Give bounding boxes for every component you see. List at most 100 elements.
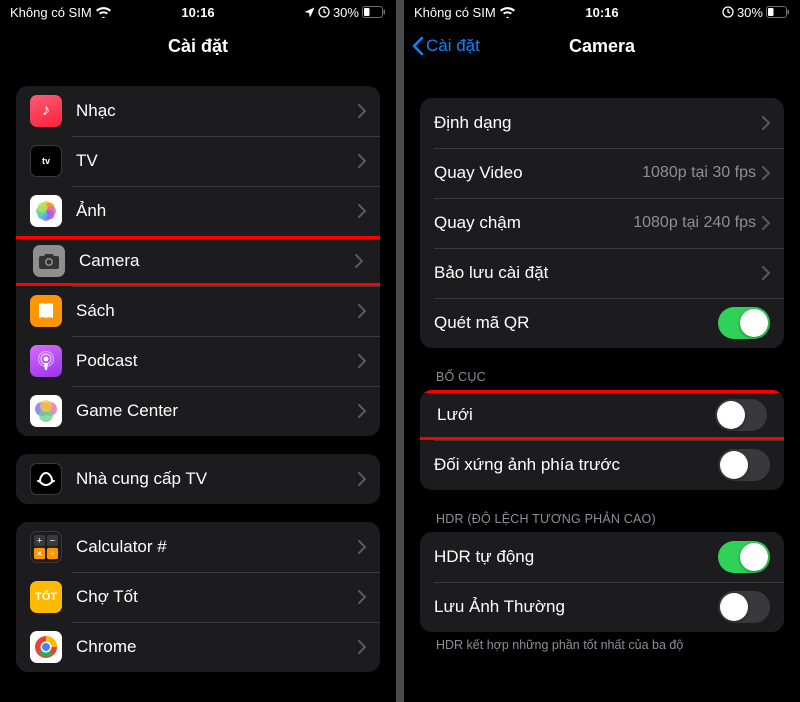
status-bar: Không có SIM 10:16 30%: [0, 0, 396, 24]
photos-icon: [30, 195, 62, 227]
music-icon: ♪: [30, 95, 62, 127]
gamecenter-icon: [30, 395, 62, 427]
carrier-text: Không có SIM: [414, 5, 496, 20]
chevron-right-icon: [762, 116, 770, 130]
chevron-right-icon: [358, 472, 366, 486]
chotot-icon: TỐT: [30, 581, 62, 613]
back-label: Cài đặt: [426, 36, 480, 56]
settings-group-tvprovider: Nhà cung cấp TV: [16, 454, 380, 504]
chevron-right-icon: [358, 354, 366, 368]
podcast-icon: [30, 345, 62, 377]
chevron-right-icon: [358, 404, 366, 418]
row-label: Bảo lưu cài đặt: [434, 263, 762, 283]
row-label: Quét mã QR: [434, 313, 718, 333]
row-value: 1080p tại 240 fps: [633, 214, 756, 232]
svg-text:÷: ÷: [50, 548, 55, 558]
group-footer-hdr: HDR kết hợp những phần tốt nhất của ba đ…: [420, 632, 784, 652]
back-button[interactable]: Cài đặt: [412, 36, 480, 56]
row-photos[interactable]: Ảnh: [16, 186, 380, 236]
chevron-right-icon: [762, 216, 770, 230]
row-grid[interactable]: Lưới: [420, 390, 784, 440]
row-label: Podcast: [76, 351, 358, 371]
row-mirror-front[interactable]: Đối xứng ảnh phía trước: [420, 440, 784, 490]
camera-icon: [33, 245, 65, 277]
row-label: Đối xứng ảnh phía trước: [434, 455, 718, 475]
toggle-keep-normal[interactable]: [718, 591, 770, 623]
svg-text:+: +: [37, 535, 42, 545]
chevron-right-icon: [358, 154, 366, 168]
chrome-icon: [30, 631, 62, 663]
camera-settings-screen: Không có SIM 10:16 30% Cài đặt Camera Đị: [404, 0, 800, 702]
chevron-right-icon: [358, 590, 366, 604]
camera-group-main: Định dạng Quay Video 1080p tại 30 fps Qu…: [420, 98, 784, 348]
settings-group-apps: +−×÷ Calculator # TỐT Chợ Tốt Chrome: [16, 522, 380, 672]
chevron-right-icon: [762, 266, 770, 280]
row-preserve-settings[interactable]: Bảo lưu cài đặt: [420, 248, 784, 298]
location-icon: [304, 7, 315, 18]
row-scan-qr[interactable]: Quét mã QR: [420, 298, 784, 348]
page-title: Cài đặt: [168, 36, 228, 57]
tv-icon: tv: [30, 145, 62, 177]
toggle-scan-qr[interactable]: [718, 307, 770, 339]
row-chrome[interactable]: Chrome: [16, 622, 380, 672]
nav-header: Cài đặt Camera: [404, 24, 800, 68]
nav-header: Cài đặt: [0, 24, 396, 68]
chevron-right-icon: [358, 104, 366, 118]
row-label: Calculator #: [76, 537, 358, 557]
row-books[interactable]: Sách: [16, 286, 380, 336]
row-label: Game Center: [76, 401, 358, 421]
settings-screen: Không có SIM 10:16 30% Cài đặt ♪: [0, 0, 396, 702]
toggle-grid[interactable]: [715, 399, 767, 431]
row-calculator[interactable]: +−×÷ Calculator #: [16, 522, 380, 572]
row-record-slomo[interactable]: Quay chậm 1080p tại 240 fps: [420, 198, 784, 248]
page-title: Camera: [569, 36, 635, 57]
row-keep-normal[interactable]: Lưu Ảnh Thường: [420, 582, 784, 632]
status-bar: Không có SIM 10:16 30%: [404, 0, 800, 24]
row-podcast[interactable]: Podcast: [16, 336, 380, 386]
chevron-right-icon: [358, 640, 366, 654]
group-header-layout: BỐ CỤC: [420, 348, 784, 390]
books-icon: [30, 295, 62, 327]
row-chotot[interactable]: TỐT Chợ Tốt: [16, 572, 380, 622]
wifi-icon: [96, 7, 111, 18]
row-label: Nhạc: [76, 101, 358, 121]
row-value: 1080p tại 30 fps: [642, 164, 756, 182]
toggle-mirror-front[interactable]: [718, 449, 770, 481]
row-tvprovider[interactable]: Nhà cung cấp TV: [16, 454, 380, 504]
row-format[interactable]: Định dạng: [420, 98, 784, 148]
row-label: Quay chậm: [434, 213, 633, 233]
row-gamecenter[interactable]: Game Center: [16, 386, 380, 436]
row-label: Sách: [76, 301, 358, 321]
row-camera[interactable]: Camera: [16, 236, 380, 286]
chevron-right-icon: [762, 166, 770, 180]
row-record-video[interactable]: Quay Video 1080p tại 30 fps: [420, 148, 784, 198]
row-label: Quay Video: [434, 163, 642, 183]
row-label: Định dạng: [434, 113, 762, 133]
row-label: Chrome: [76, 637, 358, 657]
battery-text: 30%: [737, 5, 763, 20]
group-header-hdr: HDR (ĐỘ LỆCH TƯƠNG PHẢN CAO): [420, 490, 784, 532]
row-tv[interactable]: tv TV: [16, 136, 380, 186]
battery-text: 30%: [333, 5, 359, 20]
settings-group-media: ♪ Nhạc tv TV Ảnh Camera: [16, 86, 380, 436]
calculator-icon: +−×÷: [30, 531, 62, 563]
row-music[interactable]: ♪ Nhạc: [16, 86, 380, 136]
battery-icon: [766, 6, 790, 18]
camera-group-hdr: HDR tự động Lưu Ảnh Thường: [420, 532, 784, 632]
tvprovider-icon: [30, 463, 62, 495]
wifi-icon: [500, 7, 515, 18]
row-label: HDR tự động: [434, 547, 718, 567]
row-label: Ảnh: [76, 201, 358, 221]
svg-text:−: −: [50, 535, 55, 545]
chevron-right-icon: [358, 204, 366, 218]
alarm-icon: [722, 6, 734, 18]
row-label: Nhà cung cấp TV: [76, 469, 358, 489]
carrier-text: Không có SIM: [10, 5, 92, 20]
status-time: 10:16: [135, 5, 260, 20]
row-auto-hdr[interactable]: HDR tự động: [420, 532, 784, 582]
camera-group-layout: Lưới Đối xứng ảnh phía trước: [420, 390, 784, 490]
battery-icon: [362, 6, 386, 18]
row-label: Lưu Ảnh Thường: [434, 597, 718, 617]
row-label: Chợ Tốt: [76, 587, 358, 607]
toggle-auto-hdr[interactable]: [718, 541, 770, 573]
